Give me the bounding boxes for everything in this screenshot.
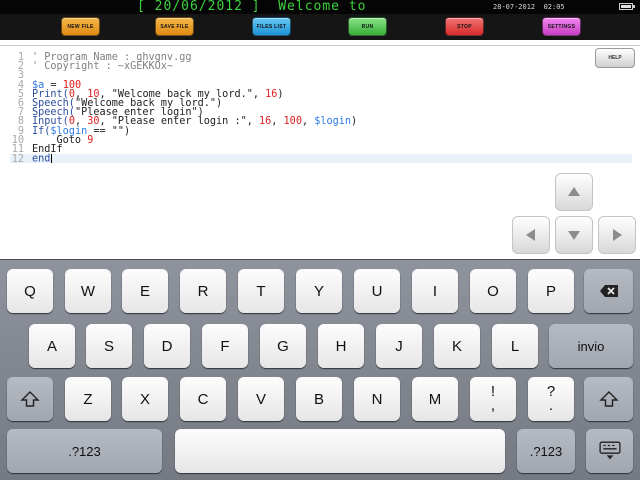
help-button[interactable]: HELP [595, 48, 635, 68]
arrow-up-button[interactable] [555, 173, 593, 211]
key-question-period-labels: ? . [547, 384, 555, 414]
code-line[interactable]: 3 [10, 71, 632, 81]
key-s[interactable]: S [86, 324, 132, 368]
status-bar: [ 20/06/2012 ] Welcome to 28-07-2012 02:… [0, 0, 640, 14]
numbers-key-right[interactable]: .?123 [517, 429, 575, 473]
key-j[interactable]: J [376, 324, 422, 368]
arrow-left-button[interactable] [512, 216, 550, 254]
return-key[interactable]: invio [549, 324, 633, 368]
shift-key-right[interactable] [584, 377, 633, 421]
backspace-icon [599, 285, 618, 297]
code-line[interactable]: 10 Goto 9 [10, 135, 632, 145]
key-n[interactable]: N [354, 377, 400, 421]
shift-key-left[interactable] [7, 377, 53, 421]
files-list-button[interactable]: FILES LIST [252, 17, 291, 36]
keyboard-hide-icon [598, 441, 621, 460]
editor-divider [0, 45, 640, 46]
battery-icon [619, 3, 635, 10]
key-exclaim-comma-labels: ! , [490, 384, 496, 414]
battery-fill [621, 5, 632, 8]
code-line[interactable]: 2 ' Copyright : ~xGEKKOx~ [10, 61, 632, 71]
key-t[interactable]: T [238, 269, 284, 313]
code-token: end [32, 153, 51, 165]
key-question-period[interactable]: ? . [528, 377, 574, 421]
arrow-down-button[interactable] [555, 216, 593, 254]
backspace-key[interactable] [584, 269, 633, 313]
key-a[interactable]: A [29, 324, 75, 368]
new-file-button[interactable]: NEW FILE [61, 17, 100, 36]
key-h[interactable]: H [318, 324, 364, 368]
arrow-right-button[interactable] [598, 216, 636, 254]
numbers-key-left[interactable]: .?123 [7, 429, 162, 473]
key-r[interactable]: R [180, 269, 226, 313]
key-c[interactable]: C [180, 377, 226, 421]
settings-button[interactable]: SETTINGS [542, 17, 581, 36]
key-y[interactable]: Y [296, 269, 342, 313]
date-time: 28-07-2012 02:05 [493, 3, 565, 11]
key-q[interactable]: Q [7, 269, 53, 313]
shift-icon [598, 391, 619, 407]
numbers-key-right-label: .?123 [529, 443, 563, 459]
marquee-text: [ 20/06/2012 ] Welcome to [137, 0, 367, 14]
code-line[interactable]: 11 EndIf [10, 143, 632, 155]
key-b[interactable]: B [296, 377, 342, 421]
key-u[interactable]: U [354, 269, 400, 313]
run-button[interactable]: RUN [348, 17, 387, 36]
key-exclaim-comma[interactable]: ! , [470, 377, 516, 421]
code-line[interactable]: 12 end [10, 153, 632, 165]
key-comma-label: , [490, 397, 496, 414]
key-e[interactable]: E [122, 269, 168, 313]
code-area[interactable]: 1 ' Program Name : ghvgnv.gg 2 ' Copyright … [10, 52, 632, 165]
key-g[interactable]: G [260, 324, 306, 368]
on-screen-keyboard: Q W E R T Y U I O P A S D F G H J K L in… [0, 259, 640, 480]
arrow-down-icon [568, 231, 580, 240]
hide-keyboard-key[interactable] [586, 429, 633, 473]
key-v[interactable]: V [238, 377, 284, 421]
save-file-button[interactable]: SAVE FILE [155, 17, 194, 36]
key-k[interactable]: K [434, 324, 480, 368]
key-f[interactable]: F [202, 324, 248, 368]
space-key[interactable] [175, 429, 505, 473]
key-period-label: . [548, 397, 554, 414]
toolbar: NEW FILE SAVE FILE FILES LIST RUN STOP S… [0, 14, 640, 40]
key-o[interactable]: O [470, 269, 516, 313]
key-l[interactable]: L [492, 324, 538, 368]
key-p[interactable]: P [528, 269, 574, 313]
arrow-up-icon [568, 187, 580, 196]
key-i[interactable]: I [412, 269, 458, 313]
numbers-key-left-label: .?123 [68, 443, 101, 459]
stop-button[interactable]: STOP [445, 17, 484, 36]
shift-icon [20, 391, 40, 407]
arrow-right-icon [613, 229, 622, 241]
text-cursor [51, 154, 53, 164]
key-z[interactable]: Z [65, 377, 111, 421]
key-d[interactable]: D [144, 324, 190, 368]
key-x[interactable]: X [122, 377, 168, 421]
key-m[interactable]: M [412, 377, 458, 421]
code-line[interactable]: 9 If($login == "") [10, 126, 632, 136]
line-number: 11 [11, 143, 24, 155]
key-w[interactable]: W [65, 269, 111, 313]
line-number: 12 [11, 153, 24, 165]
arrow-left-icon [526, 229, 535, 241]
